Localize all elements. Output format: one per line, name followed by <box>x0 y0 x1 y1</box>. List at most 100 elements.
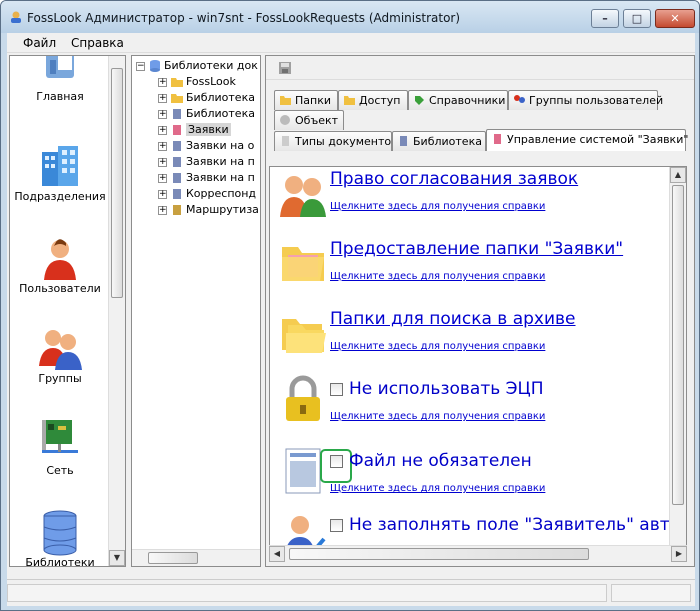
collapse-icon[interactable]: − <box>136 61 145 71</box>
sidebar-item-network[interactable]: Сеть <box>10 416 110 477</box>
tree-node-label: Заявки на о <box>186 139 255 152</box>
library-icon <box>173 109 181 119</box>
lock-icon <box>286 375 320 421</box>
details-panel: Папки Доступ Справочники Группы пользова… <box>265 55 695 567</box>
expand-icon[interactable]: + <box>158 173 167 183</box>
menu-file[interactable]: Файл <box>23 36 56 50</box>
tab-object[interactable]: Объект <box>274 110 344 130</box>
help-link[interactable]: Щелкните здесь для получения справки <box>330 201 545 212</box>
sidebar-scrollbar[interactable]: ▼ <box>108 56 125 566</box>
help-link[interactable]: Щелкните здесь для получения справки <box>330 271 545 282</box>
library-icon <box>400 136 407 146</box>
sidebar-item-home[interactable]: Главная <box>10 56 110 103</box>
tab-label: Папки <box>295 94 331 107</box>
approval-rights-link[interactable]: Право согласования заявок <box>330 169 578 189</box>
tree-node-label: FossLook <box>186 75 236 88</box>
sidebar-item-departments[interactable]: Подразделения <box>10 142 110 203</box>
tab-label: Доступ <box>359 94 401 107</box>
share-folder-link[interactable]: Предоставление папки "Заявки" <box>330 239 623 259</box>
sidebar-item-groups[interactable]: Группы <box>10 324 110 385</box>
routing-icon <box>173 205 181 215</box>
folder-icon <box>171 78 183 87</box>
applicant-autofill-checkbox[interactable] <box>330 518 343 532</box>
archive-folders-link[interactable]: Папки для поиска в архиве <box>330 309 576 329</box>
tab-document-types[interactable]: Типы документов <box>274 131 398 151</box>
content-hscrollbar[interactable]: ◀ ▶ <box>269 545 687 562</box>
title-bar: FossLook Администратор - win7snt - FossL… <box>1 1 699 33</box>
tree-node-label: Корреспонд <box>186 187 257 200</box>
tab-label: Типы документов <box>295 135 398 148</box>
tree-node-selected[interactable]: + Заявки <box>158 123 231 138</box>
sidebar-label-groups: Группы <box>38 372 82 385</box>
help-link[interactable]: Щелкните здесь для получения справки <box>330 341 545 352</box>
tree-node[interactable]: + Заявки на о <box>158 139 254 154</box>
content-hscroll-thumb[interactable] <box>289 548 589 560</box>
applicant-autofill-setting[interactable]: Не заполнять поле "Заявитель" авто <box>330 515 680 535</box>
expand-icon[interactable]: + <box>158 141 167 151</box>
sidebar-scroll-down[interactable]: ▼ <box>109 550 125 566</box>
tab-user-groups[interactable]: Группы пользователей <box>508 90 663 110</box>
tree-node[interactable]: + Библиотека <box>158 107 255 122</box>
content-vscrollbar[interactable]: ▲ <box>669 167 686 545</box>
no-signature-checkbox[interactable] <box>330 382 343 396</box>
tree-node-label: Маршрутиза <box>186 203 259 216</box>
tree-node[interactable]: + Заявки на п <box>158 155 255 170</box>
sidebar-item-doc-libraries[interactable]: Библиотеки документов <box>10 508 110 566</box>
menu-bar: Файл Справка <box>7 33 695 53</box>
tab-label: Объект <box>295 114 339 127</box>
content-scroll-right[interactable]: ▶ <box>671 546 687 562</box>
home-icon <box>46 56 74 78</box>
tree-node-label: Заявки на п <box>186 155 255 168</box>
menu-help[interactable]: Справка <box>71 36 124 50</box>
save-icon[interactable] <box>278 61 292 75</box>
tree-hscrollbar[interactable] <box>132 549 260 566</box>
expand-icon[interactable]: + <box>158 157 167 167</box>
sidebar-label-network: Сеть <box>46 464 74 477</box>
maximize-button[interactable]: □ <box>623 9 651 28</box>
library-icon <box>173 141 181 151</box>
tab-label: Справочники <box>429 94 506 107</box>
expand-icon[interactable]: + <box>158 125 167 135</box>
tab-access[interactable]: Доступ <box>338 90 408 110</box>
tree-node[interactable]: + Корреспонд <box>158 187 256 202</box>
file-optional-checkbox[interactable] <box>330 454 343 468</box>
library-icon <box>173 189 181 199</box>
expand-icon[interactable]: + <box>158 189 167 199</box>
no-signature-setting[interactable]: Не использовать ЭЦП <box>330 379 544 399</box>
tree-root[interactable]: − Библиотеки док <box>136 59 258 74</box>
tab-library[interactable]: Библиотека <box>392 131 486 151</box>
expand-icon[interactable]: + <box>158 93 167 103</box>
status-cell-main <box>7 584 607 602</box>
expand-icon[interactable]: + <box>158 77 167 87</box>
file-optional-setting[interactable]: Файл не обязателен <box>330 451 532 471</box>
tree-node[interactable]: + FossLook <box>158 75 236 90</box>
content-scroll-up[interactable]: ▲ <box>670 167 686 183</box>
status-cell-extra <box>611 584 691 602</box>
requests-icon <box>494 134 501 144</box>
tree-node-label: Библиотека <box>186 107 255 120</box>
sidebar-label-users: Пользователи <box>19 282 101 295</box>
content-scroll-thumb[interactable] <box>672 185 684 505</box>
client-area: Файл Справка Главная Подразделения Польз… <box>7 33 695 606</box>
tree-node[interactable]: + Заявки на п <box>158 171 255 186</box>
expand-icon[interactable]: + <box>158 205 167 215</box>
sidebar-item-users[interactable]: Пользователи <box>10 234 110 295</box>
app-window: FossLook Администратор - win7snt - FossL… <box>0 0 700 611</box>
close-button[interactable]: ✕ <box>655 9 695 28</box>
tree-hscroll-thumb[interactable] <box>148 552 198 564</box>
minimize-button[interactable]: – <box>591 9 619 28</box>
network-icon <box>42 420 78 453</box>
help-link[interactable]: Щелкните здесь для получения справки <box>330 411 545 422</box>
help-link[interactable]: Щелкните здесь для получения справки <box>330 483 545 494</box>
tree-node[interactable]: + Библиотека <box>158 91 255 106</box>
sidebar-scroll-thumb[interactable] <box>111 68 123 298</box>
tab-directories[interactable]: Справочники <box>408 90 508 110</box>
expand-icon[interactable]: + <box>158 109 167 119</box>
content-scroll-left[interactable]: ◀ <box>269 546 285 562</box>
folder-icon <box>280 96 291 105</box>
user-check-icon <box>287 516 326 545</box>
tree-node[interactable]: + Маршрутиза <box>158 203 259 218</box>
tab-folders[interactable]: Папки <box>274 90 338 110</box>
tab-request-management[interactable]: Управление системой "Заявки" <box>486 129 688 151</box>
folders-icon <box>282 319 326 353</box>
